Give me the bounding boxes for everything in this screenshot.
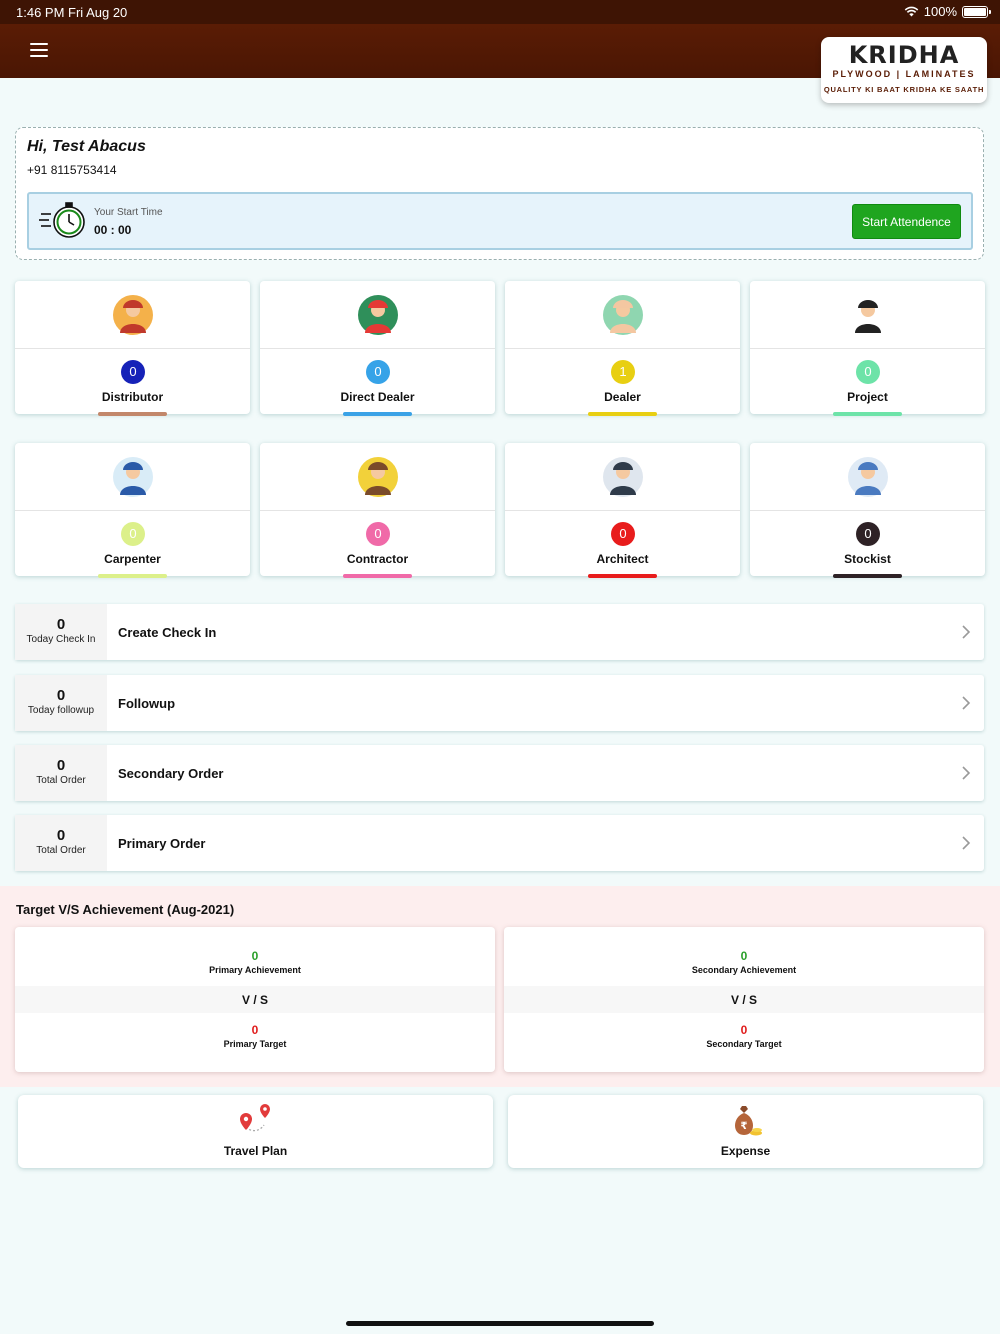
row-count-box: 0 Total Order bbox=[15, 815, 107, 871]
secondary-achievement-label: Secondary Achievement bbox=[691, 965, 797, 975]
contractor-icon bbox=[358, 457, 398, 497]
secondary-target-label: Secondary Target bbox=[706, 1039, 782, 1049]
chevron-right-icon bbox=[948, 604, 984, 660]
row-caption: Total Order bbox=[36, 775, 86, 786]
dealer-card[interactable]: 1 Dealer bbox=[505, 281, 740, 416]
welcome-card: Hi, Test Abacus +91 8115753414 Your Star… bbox=[15, 127, 984, 260]
start-time-value: 00 : 00 bbox=[94, 223, 132, 237]
distributor-count: 0 bbox=[121, 360, 145, 384]
brand-logo: KRIDHA PLYWOOD | LAMINATES QUALITY KI BA… bbox=[821, 37, 987, 103]
status-bar: 1:46 PM Fri Aug 20 100% bbox=[0, 0, 1000, 24]
start-time-label: Your Start Time bbox=[94, 207, 163, 218]
secondary-target-card: 0 Secondary Achievement V / S 0 Secondar… bbox=[504, 927, 984, 1072]
carpenter-icon bbox=[113, 457, 153, 497]
architect-label: Architect bbox=[596, 552, 649, 566]
user-greeting: Hi, Test Abacus bbox=[27, 138, 146, 155]
battery-icon bbox=[962, 5, 991, 18]
create-check-in-row[interactable]: 0 Today Check In Create Check In bbox=[15, 604, 984, 660]
direct-dealer-icon bbox=[358, 295, 398, 335]
row-count-box: 0 Total Order bbox=[15, 745, 107, 801]
stockist-count: 0 bbox=[856, 522, 880, 546]
dealer-label: Dealer bbox=[604, 390, 641, 404]
carpenter-label: Carpenter bbox=[104, 552, 161, 566]
user-phone: +91 8115753414 bbox=[27, 163, 117, 177]
travel-plan-button[interactable]: Travel Plan bbox=[18, 1095, 493, 1168]
architect-count: 0 bbox=[611, 522, 635, 546]
row-title: Followup bbox=[118, 695, 176, 711]
row-count: 0 bbox=[56, 687, 66, 704]
stopwatch-icon bbox=[39, 202, 85, 238]
row-title: Secondary Order bbox=[118, 765, 224, 781]
row-count-box: 0 Today Check In bbox=[15, 604, 107, 660]
menu-icon[interactable] bbox=[30, 43, 48, 57]
row-count: 0 bbox=[56, 757, 66, 774]
distributor-card[interactable]: 0 Distributor bbox=[15, 281, 250, 416]
row-count-box: 0 Today followup bbox=[15, 675, 107, 731]
contractor-label: Contractor bbox=[346, 552, 409, 566]
primary-target-card: 0 Primary Achievement V / S 0 Primary Ta… bbox=[15, 927, 495, 1072]
distributor-icon bbox=[113, 295, 153, 335]
direct-dealer-label: Direct Dealer bbox=[340, 390, 415, 404]
status-time: 1:46 PM Fri Aug 20 bbox=[16, 5, 128, 20]
stockist-card[interactable]: 0 Stockist bbox=[750, 443, 985, 578]
target-section: Target V/S Achievement (Aug-2021) 0 Prim… bbox=[0, 886, 1000, 1087]
travel-plan-label: Travel Plan bbox=[223, 1144, 288, 1158]
row-count: 0 bbox=[56, 827, 66, 844]
travel-plan-icon bbox=[240, 1104, 270, 1132]
stockist-label: Stockist bbox=[844, 552, 891, 566]
logo-brand: KRIDHA bbox=[848, 41, 960, 69]
primary-target-label: Primary Target bbox=[223, 1039, 287, 1049]
chevron-right-icon bbox=[948, 745, 984, 801]
logo-tagline: QUALITY KI BAAT KRIDHA KE SAATH bbox=[823, 85, 985, 94]
secondary-achievement-value: 0 bbox=[740, 949, 748, 963]
direct-dealer-card[interactable]: 0 Direct Dealer bbox=[260, 281, 495, 416]
row-caption: Total Order bbox=[36, 845, 86, 856]
chevron-right-icon bbox=[948, 675, 984, 731]
logo-sub: PLYWOOD | LAMINATES bbox=[832, 69, 976, 79]
vs-label: V / S bbox=[730, 993, 757, 1007]
direct-dealer-count: 0 bbox=[366, 360, 390, 384]
primary-target-value: 0 bbox=[251, 1023, 259, 1037]
primary-achievement-value: 0 bbox=[251, 949, 259, 963]
row-count: 0 bbox=[56, 616, 66, 633]
expense-button[interactable]: ₹ Expense bbox=[508, 1095, 983, 1168]
home-indicator bbox=[346, 1321, 654, 1326]
secondary-target-value: 0 bbox=[740, 1023, 748, 1037]
dealer-icon bbox=[603, 295, 643, 335]
wifi-icon bbox=[904, 6, 919, 17]
contractor-count: 0 bbox=[366, 522, 390, 546]
carpenter-card[interactable]: 0 Carpenter bbox=[15, 443, 250, 578]
dealer-count: 1 bbox=[611, 360, 635, 384]
primary-achievement-label: Primary Achievement bbox=[209, 965, 301, 975]
architect-icon bbox=[603, 457, 643, 497]
chevron-right-icon bbox=[948, 815, 984, 871]
followup-row[interactable]: 0 Today followup Followup bbox=[15, 675, 984, 731]
svg-text:₹: ₹ bbox=[741, 1121, 748, 1132]
secondary-order-row[interactable]: 0 Total Order Secondary Order bbox=[15, 745, 984, 801]
project-label: Project bbox=[847, 390, 888, 404]
expense-icon: ₹ bbox=[735, 1106, 762, 1136]
stockist-icon bbox=[848, 457, 888, 497]
attendance-panel: Your Start Time 00 : 00 Start Attendence bbox=[27, 192, 973, 250]
project-card[interactable]: 0 Project bbox=[750, 281, 985, 416]
primary-order-row[interactable]: 0 Total Order Primary Order bbox=[15, 815, 984, 871]
carpenter-count: 0 bbox=[121, 522, 145, 546]
expense-label: Expense bbox=[720, 1144, 771, 1158]
project-icon bbox=[848, 295, 888, 335]
row-caption: Today Check In bbox=[26, 634, 96, 645]
row-title: Primary Order bbox=[118, 835, 206, 851]
start-attendance-button[interactable]: Start Attendence bbox=[852, 204, 961, 239]
vs-label: V / S bbox=[241, 993, 268, 1007]
distributor-label: Distributor bbox=[101, 390, 164, 404]
row-caption: Today followup bbox=[27, 705, 95, 716]
target-heading: Target V/S Achievement (Aug-2021) bbox=[16, 902, 235, 917]
contractor-card[interactable]: 0 Contractor bbox=[260, 443, 495, 578]
architect-card[interactable]: 0 Architect bbox=[505, 443, 740, 578]
project-count: 0 bbox=[856, 360, 880, 384]
row-title: Create Check In bbox=[118, 624, 217, 640]
battery-percent: 100% bbox=[923, 4, 957, 19]
